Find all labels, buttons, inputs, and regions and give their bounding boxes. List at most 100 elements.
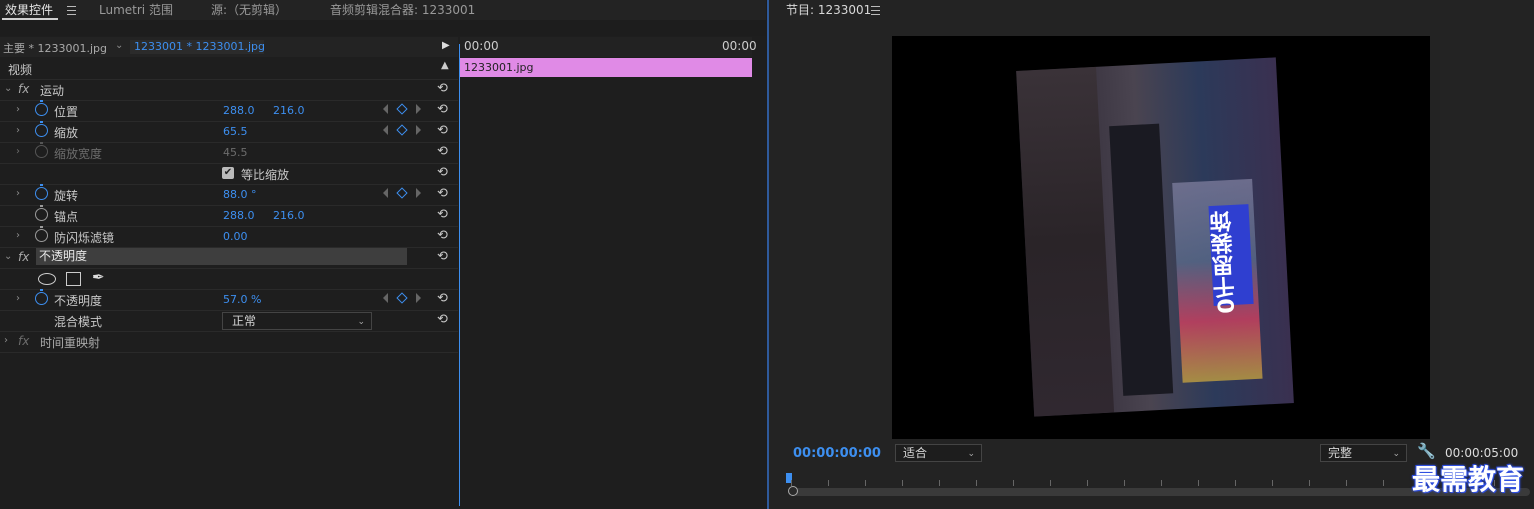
- uniform-scale-label: 等比缩放: [241, 168, 290, 182]
- clip-selector-row: 主要 * 1233001.jpg ⌄ 1233001 * 1233001.jpg…: [0, 37, 458, 57]
- opacity-effect-label[interactable]: 不透明度: [36, 248, 407, 265]
- rotation-row: › 旋转 88.0 ° ⟲: [0, 184, 458, 206]
- scale-width-row: › 缩放宽度 45.5 ⟲: [0, 142, 458, 164]
- prev-keyframe-icon[interactable]: [383, 125, 388, 135]
- anti-flicker-value[interactable]: 0.00: [223, 230, 248, 243]
- chevron-right-icon[interactable]: ›: [16, 293, 20, 304]
- prev-keyframe-icon[interactable]: [383, 188, 388, 198]
- chevron-right-icon: ›: [16, 146, 20, 157]
- reset-icon[interactable]: ⟲: [437, 186, 448, 201]
- resolution-select[interactable]: 完整 ⌄: [1320, 444, 1407, 462]
- ellipse-mask-icon[interactable]: [38, 273, 56, 285]
- reset-icon[interactable]: ⟲: [437, 291, 448, 306]
- playhead[interactable]: [459, 44, 460, 506]
- keyframe-navigator: [383, 124, 423, 137]
- program-title[interactable]: 节目: 1233001: [786, 1, 871, 18]
- next-keyframe-icon[interactable]: [416, 104, 421, 114]
- next-keyframe-icon[interactable]: [416, 293, 421, 303]
- watermark-text: 最需教育: [1412, 463, 1525, 496]
- time-ruler[interactable]: 00:00 00:00: [460, 37, 757, 57]
- collapse-up-icon[interactable]: ▲: [441, 60, 449, 71]
- opacity-effect-row: ⌄ fx 不透明度 ⟲: [0, 247, 458, 269]
- chevron-down-icon: ⌄: [1392, 449, 1400, 459]
- master-clip-label: 主要 * 1233001.jpg: [3, 42, 108, 55]
- chevron-right-icon[interactable]: ›: [16, 230, 20, 241]
- resolution-value: 完整: [1328, 446, 1353, 460]
- chevron-down-icon[interactable]: ⌄: [115, 40, 123, 51]
- add-keyframe-icon[interactable]: [396, 187, 408, 199]
- reset-icon[interactable]: ⟲: [437, 144, 448, 159]
- zoom-select[interactable]: 适合 ⌄: [895, 444, 982, 462]
- clip-bar[interactable]: 1233001.jpg: [460, 58, 752, 77]
- reset-icon[interactable]: ⟲: [437, 102, 448, 117]
- blend-mode-label: 混合模式: [54, 315, 103, 329]
- video-display[interactable]: 0千思装饰: [892, 36, 1430, 439]
- time-start: 00:00: [464, 39, 499, 53]
- reset-icon[interactable]: ⟲: [437, 249, 448, 264]
- pen-mask-icon[interactable]: ✒: [92, 268, 105, 286]
- video-frame-image: 0千思装饰: [1016, 57, 1294, 417]
- scale-value[interactable]: 65.5: [223, 125, 248, 138]
- reset-icon[interactable]: ⟲: [437, 123, 448, 138]
- prev-keyframe-icon[interactable]: [383, 293, 388, 303]
- current-timecode[interactable]: 00:00:00:00: [793, 446, 881, 461]
- uniform-scale-checkbox[interactable]: ✔: [222, 167, 234, 179]
- stopwatch-icon[interactable]: [35, 205, 48, 221]
- sequence-clip-label[interactable]: 1233001 * 1233001.jpg: [130, 40, 265, 54]
- anchor-row: 锚点 288.0 216.0 ⟲: [0, 205, 458, 227]
- anchor-y-value[interactable]: 216.0: [273, 209, 305, 222]
- chevron-right-icon[interactable]: ›: [16, 188, 20, 199]
- chevron-right-icon[interactable]: ›: [16, 104, 20, 115]
- opacity-value[interactable]: 57.0 %: [223, 293, 261, 306]
- tab-effect-controls[interactable]: 效果控件: [5, 1, 53, 18]
- reset-icon[interactable]: ⟲: [437, 165, 448, 180]
- reset-icon[interactable]: ⟲: [437, 81, 448, 96]
- next-keyframe-icon[interactable]: [416, 188, 421, 198]
- section-video-label: 视频: [8, 63, 33, 77]
- stopwatch-icon[interactable]: [35, 226, 48, 242]
- position-x-value[interactable]: 288.0: [223, 104, 255, 117]
- stopwatch-icon[interactable]: [35, 289, 48, 305]
- chevron-down-icon[interactable]: ⌄: [4, 83, 12, 94]
- chevron-right-icon[interactable]: ›: [4, 335, 8, 346]
- rotation-value[interactable]: 88.0 °: [223, 188, 257, 201]
- uniform-scale-row: ✔ 等比缩放 ⟲: [0, 163, 458, 185]
- reset-icon[interactable]: ⟲: [437, 312, 448, 327]
- keyframe-navigator: [383, 103, 423, 116]
- chevron-down-icon: ⌄: [967, 449, 975, 459]
- time-remap-row: › fx 时间重映射: [0, 331, 458, 353]
- stopwatch-icon[interactable]: [35, 121, 48, 137]
- scrollbar-handle[interactable]: [788, 486, 798, 496]
- mask-tools-row: ✒: [0, 268, 458, 290]
- tab-audio-mixer[interactable]: 音频剪辑混合器: 1233001: [330, 1, 475, 18]
- scale-width-label: 缩放宽度: [54, 147, 103, 161]
- anti-flicker-label: 防闪烁滤镜: [54, 231, 115, 245]
- add-keyframe-icon[interactable]: [396, 103, 408, 115]
- stopwatch-icon[interactable]: [35, 184, 48, 200]
- next-keyframe-icon[interactable]: [416, 125, 421, 135]
- position-y-value[interactable]: 216.0: [273, 104, 305, 117]
- add-keyframe-icon[interactable]: [396, 124, 408, 136]
- reset-icon[interactable]: ⟲: [437, 228, 448, 243]
- zoom-value: 适合: [903, 446, 928, 460]
- add-keyframe-icon[interactable]: [396, 292, 408, 304]
- blend-mode-select[interactable]: 正常 ⌄: [222, 312, 372, 330]
- rectangle-mask-icon[interactable]: [66, 272, 81, 286]
- stopwatch-icon[interactable]: [35, 100, 48, 116]
- section-video-row: 视频 ▲: [0, 58, 458, 80]
- effect-timeline: [458, 36, 766, 509]
- panel-menu-icon[interactable]: [67, 6, 76, 15]
- tab-lumetri-scopes[interactable]: Lumetri 范围: [99, 1, 173, 18]
- rotation-label: 旋转: [54, 189, 79, 203]
- reset-icon[interactable]: ⟲: [437, 207, 448, 222]
- prev-keyframe-icon[interactable]: [383, 104, 388, 114]
- motion-label: 运动: [40, 84, 65, 98]
- chevron-down-icon: ⌄: [357, 317, 365, 327]
- chevron-right-icon[interactable]: ›: [16, 125, 20, 136]
- panel-menu-icon[interactable]: [871, 6, 880, 15]
- chevron-down-icon[interactable]: ⌄: [4, 251, 12, 262]
- tab-source[interactable]: 源:（无剪辑）: [211, 1, 287, 18]
- fx-icon: fx: [18, 250, 30, 264]
- anchor-x-value[interactable]: 288.0: [223, 209, 255, 222]
- play-triangle-icon[interactable]: ▶: [442, 40, 450, 51]
